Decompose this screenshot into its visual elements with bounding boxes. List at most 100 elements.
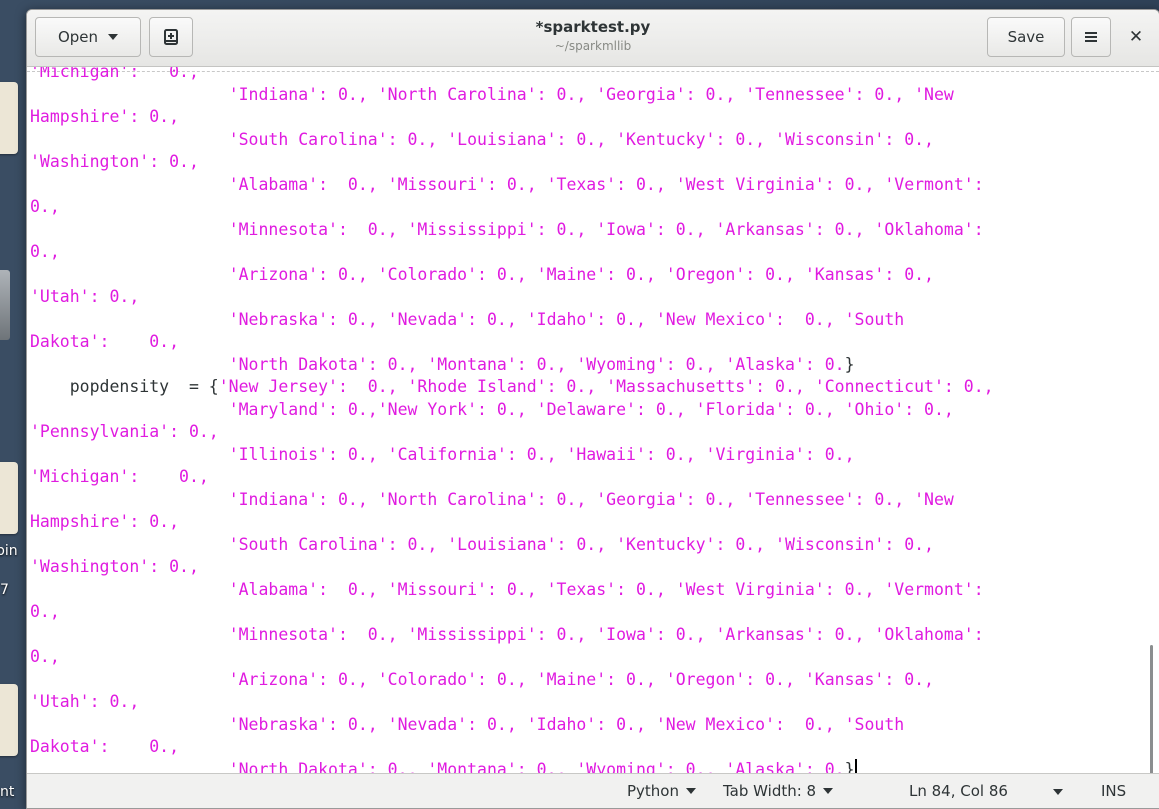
desktop-label: 7 xyxy=(0,582,9,598)
menu-button[interactable] xyxy=(1071,17,1111,57)
string-literal: Dakota': 0., xyxy=(30,332,180,351)
string-literal: 0., xyxy=(30,242,60,261)
close-icon: ✕ xyxy=(1128,27,1144,47)
string-literal: 'Arizona': 0., 'Colorado': 0., 'Maine': … xyxy=(228,669,934,689)
code-line: 'South Carolina': 0., 'Louisiana': 0., '… xyxy=(30,129,994,152)
tab-width-selector[interactable]: Tab Width: 8 xyxy=(723,782,834,800)
code-line: popdensity = {'New Jersey': 0., 'Rhode I… xyxy=(30,376,994,399)
open-button[interactable]: Open xyxy=(35,17,141,57)
header-bar: Open *sparktest.py ~/sparkmllib Save ✕ xyxy=(27,10,1159,67)
string-literal: 'Alabama': 0., 'Missouri': 0., 'Texas': … xyxy=(228,579,984,599)
chevron-down-icon xyxy=(1053,789,1063,795)
trash-icon[interactable] xyxy=(0,270,10,340)
code-line: 'Washington': 0., xyxy=(30,556,994,579)
code-line: 'Minnesota': 0., 'Mississippi': 0., 'Iow… xyxy=(30,219,994,242)
string-literal: Hampshire': 0., xyxy=(30,107,180,126)
code-line: 'Michigan': 0., xyxy=(30,67,994,84)
code-line: Dakota': 0., xyxy=(30,331,994,354)
string-literal: 0., xyxy=(30,602,60,621)
string-literal: Dakota': 0., xyxy=(30,737,180,756)
new-tab-icon xyxy=(164,29,178,45)
chevron-down-icon xyxy=(686,788,696,794)
code-line: 'Utah': 0., xyxy=(30,691,994,714)
string-literal: 'Utah': 0., xyxy=(30,287,140,306)
desktop-icon[interactable] xyxy=(0,462,18,534)
code-text: } xyxy=(844,354,855,374)
code-line: 'Minnesota': 0., 'Mississippi': 0., 'Iow… xyxy=(30,624,994,647)
string-literal: 'South Carolina': 0., 'Louisiana': 0., '… xyxy=(228,534,934,554)
text-cursor xyxy=(854,758,857,774)
string-literal: 'Michigan': 0., xyxy=(30,67,199,81)
code-line: Dakota': 0., xyxy=(30,736,994,759)
desktop-icon[interactable] xyxy=(0,684,18,756)
string-literal: 'North Dakota': 0., 'Montana': 0., 'Wyom… xyxy=(228,759,845,775)
hamburger-menu-icon xyxy=(1085,32,1097,42)
string-literal: 'Washington': 0., xyxy=(30,152,199,171)
string-literal: 'Utah': 0., xyxy=(30,692,140,711)
string-literal: Hampshire': 0., xyxy=(30,512,180,531)
code-line: 0., xyxy=(30,601,994,624)
string-literal: 'Michigan': 0., xyxy=(30,467,209,486)
new-tab-button[interactable] xyxy=(149,17,193,57)
code-line: 'Nebraska': 0., 'Nevada': 0., 'Idaho': 0… xyxy=(30,714,994,737)
code-line: 'Nebraska': 0., 'Nevada': 0., 'Idaho': 0… xyxy=(30,309,994,332)
string-literal: 0., xyxy=(30,197,60,216)
code-line: 'Illinois': 0., 'California': 0., 'Hawai… xyxy=(30,444,994,467)
code-view[interactable]: 'Michigan': 0., 'Indiana': 0., 'North Ca… xyxy=(30,67,994,774)
editor-window: Open *sparktest.py ~/sparkmllib Save ✕ '… xyxy=(26,9,1159,809)
code-line: 'Arizona': 0., 'Colorado': 0., 'Maine': … xyxy=(30,264,994,287)
code-line: 'Utah': 0., xyxy=(30,286,994,309)
string-literal: 'Indiana': 0., 'North Carolina': 0., 'Ge… xyxy=(228,84,954,104)
code-line: 'Alabama': 0., 'Missouri': 0., 'Texas': … xyxy=(30,579,994,602)
code-line: 'Indiana': 0., 'North Carolina': 0., 'Ge… xyxy=(30,84,994,107)
string-literal: 'Illinois': 0., 'California': 0., 'Hawai… xyxy=(228,444,855,464)
string-literal: 'Nebraska': 0., 'Nevada': 0., 'Idaho': 0… xyxy=(228,309,905,329)
code-line: Hampshire': 0., xyxy=(30,511,994,534)
cursor-position-label: Ln 84, Col 86 xyxy=(909,782,1008,800)
string-literal: 'Alabama': 0., 'Missouri': 0., 'Texas': … xyxy=(228,174,984,194)
language-selector[interactable]: Python xyxy=(627,782,696,800)
string-literal: 'Minnesota': 0., 'Mississippi': 0., 'Iow… xyxy=(228,219,984,239)
string-literal: 'Maryland': 0.,'New York': 0., 'Delaware… xyxy=(228,399,954,419)
code-line: 'South Carolina': 0., 'Louisiana': 0., '… xyxy=(30,534,994,557)
chevron-down-icon xyxy=(108,34,119,40)
code-line: 'Michigan': 0., xyxy=(30,466,994,489)
code-line: 'Indiana': 0., 'North Carolina': 0., 'Ge… xyxy=(30,489,994,512)
code-text: popdensity = { xyxy=(30,377,219,396)
desktop-label: bin xyxy=(0,543,18,559)
code-text: } xyxy=(844,759,855,775)
position-dropdown[interactable] xyxy=(1053,789,1063,795)
tab-width-label: Tab Width: 8 xyxy=(723,782,817,800)
save-button[interactable]: Save xyxy=(987,17,1065,57)
code-line: Hampshire': 0., xyxy=(30,106,994,129)
string-literal: 'New Jersey': 0., 'Rhode Island': 0., 'M… xyxy=(218,377,994,396)
code-line: 'Pennsylvania': 0., xyxy=(30,421,994,444)
string-literal: 0., xyxy=(30,647,60,666)
text-editor[interactable]: 'Michigan': 0., 'Indiana': 0., 'North Ca… xyxy=(27,67,1159,774)
cursor-position[interactable]: Ln 84, Col 86 xyxy=(909,782,1008,800)
code-line: 'Maryland': 0.,'New York': 0., 'Delaware… xyxy=(30,399,994,422)
code-line: 'Washington': 0., xyxy=(30,151,994,174)
code-line: 'North Dakota': 0., 'Montana': 0., 'Wyom… xyxy=(30,758,994,775)
desktop-icon[interactable] xyxy=(0,82,18,154)
string-literal: 'North Dakota': 0., 'Montana': 0., 'Wyom… xyxy=(228,354,845,374)
insert-mode[interactable]: INS xyxy=(1101,782,1126,800)
close-button[interactable]: ✕ xyxy=(1123,24,1149,50)
string-literal: 'Minnesota': 0., 'Mississippi': 0., 'Iow… xyxy=(228,624,984,644)
scrollbar[interactable] xyxy=(1150,645,1153,774)
string-literal: 'Nebraska': 0., 'Nevada': 0., 'Idaho': 0… xyxy=(228,714,905,734)
